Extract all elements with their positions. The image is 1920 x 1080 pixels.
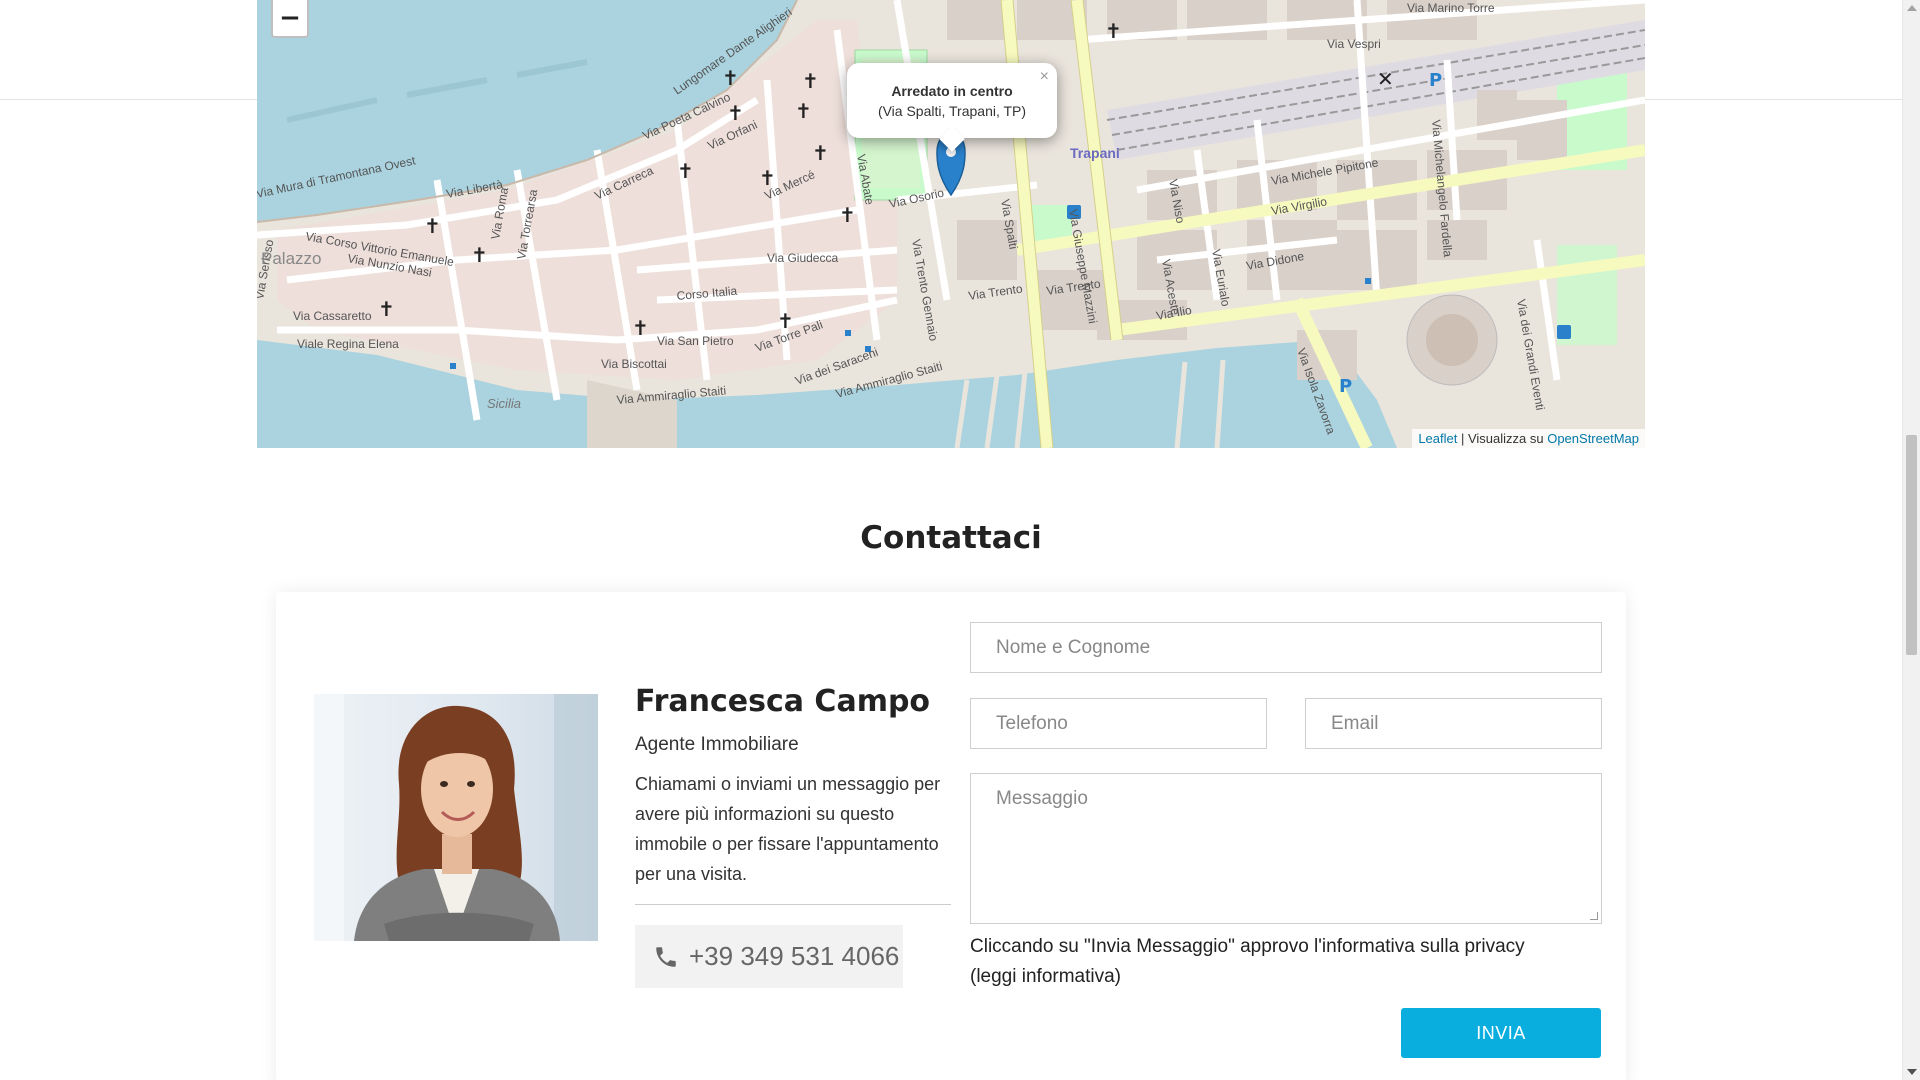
agent-description: Chiamami o inviami un messaggio per aver… bbox=[635, 774, 941, 884]
email-placeholder: Email bbox=[1331, 712, 1379, 734]
svg-text:✝: ✝ bbox=[1105, 19, 1122, 43]
phone-number: +39 349 531 4066 bbox=[689, 941, 900, 971]
svg-text:✝: ✝ bbox=[722, 66, 739, 90]
map-attribution: Leaflet | Visualizza su OpenStreetMap bbox=[1412, 429, 1645, 448]
svg-text:✝: ✝ bbox=[795, 99, 812, 123]
svg-text:Via San Pietro: Via San Pietro bbox=[657, 334, 734, 348]
svg-text:P: P bbox=[1339, 376, 1352, 397]
phone-icon bbox=[656, 946, 676, 967]
svg-text:✕: ✕ bbox=[1377, 67, 1394, 91]
resize-handle-icon[interactable] bbox=[1590, 912, 1598, 920]
scroll-up-icon[interactable] bbox=[1907, 5, 1917, 11]
svg-text:Via Biscottai: Via Biscottai bbox=[601, 357, 667, 371]
svg-text:Via Giudecca: Via Giudecca bbox=[767, 251, 838, 265]
svg-text:P: P bbox=[1429, 70, 1442, 91]
agent-role: Agente Immobiliare bbox=[635, 734, 799, 755]
svg-text:✝: ✝ bbox=[802, 69, 819, 93]
map-label-trapani: Trapani bbox=[1070, 145, 1120, 161]
scroll-thumb[interactable] bbox=[1906, 435, 1917, 655]
svg-text:✝: ✝ bbox=[378, 297, 395, 321]
map-label-palazzo: Palazzo bbox=[261, 249, 321, 268]
popup-address: (Via Spalti, Trapani, TP) bbox=[877, 103, 1027, 119]
svg-text:✝: ✝ bbox=[839, 203, 856, 227]
svg-text:✝: ✝ bbox=[632, 316, 649, 340]
privacy-link[interactable]: (leggi informativa) bbox=[970, 966, 1121, 987]
svg-text:✝: ✝ bbox=[424, 214, 441, 238]
scrollbar[interactable] bbox=[1902, 0, 1920, 1080]
name-placeholder: Nome e Cognome bbox=[996, 636, 1151, 658]
popup-close-icon[interactable]: × bbox=[1040, 67, 1049, 87]
attribution-separator: | Visualizza su bbox=[1457, 431, 1548, 446]
scroll-down-icon[interactable] bbox=[1907, 1069, 1917, 1075]
phone-input[interactable]: Telefono bbox=[970, 698, 1267, 749]
divider bbox=[635, 904, 951, 905]
message-placeholder: Messaggio bbox=[996, 788, 1088, 809]
svg-text:✝: ✝ bbox=[812, 141, 829, 165]
svg-text:Via Marino Torre: Via Marino Torre bbox=[1407, 1, 1495, 15]
svg-text:Via Cassaretto: Via Cassaretto bbox=[293, 309, 372, 323]
name-input[interactable]: Nome e Cognome bbox=[970, 622, 1602, 673]
svg-text:✝: ✝ bbox=[677, 159, 694, 183]
leaflet-link[interactable]: Leaflet bbox=[1418, 431, 1457, 446]
agent-photo bbox=[314, 694, 598, 941]
message-textarea[interactable]: Messaggio bbox=[970, 773, 1602, 924]
popup-title: Arredato in centro bbox=[891, 83, 1013, 99]
map[interactable]: ✝ ✝ ✝ ✝ ✝ ✝ ✝ ✝ ✝ ✝ ✝ ✝ ✝ ✝ ✕ PP Lungomare Dante A… bbox=[257, 0, 1645, 448]
map-label-sicilia: Sicilia bbox=[487, 396, 521, 411]
phone-button[interactable]: +39 349 531 4066 bbox=[635, 925, 903, 988]
section-title: Contattaci bbox=[860, 520, 1042, 556]
openstreetmap-link[interactable]: OpenStreetMap bbox=[1547, 431, 1639, 446]
zoom-out-button[interactable]: − bbox=[271, 0, 309, 38]
svg-text:✝: ✝ bbox=[471, 243, 488, 267]
svg-text:Viale Regina Elena: Viale Regina Elena bbox=[297, 337, 399, 351]
map-popup: × Arredato in centro (Via Spalti, Trapan… bbox=[847, 63, 1057, 138]
svg-text:✝: ✝ bbox=[727, 101, 744, 125]
email-input[interactable]: Email bbox=[1305, 698, 1602, 749]
phone-placeholder: Telefono bbox=[996, 712, 1068, 734]
svg-text:Via Vespri: Via Vespri bbox=[1327, 37, 1381, 51]
privacy-notice: Cliccando su "Invia Messaggio" approvo l… bbox=[970, 932, 1590, 992]
contact-card: Francesca Campo Agente Immobiliare Chiam… bbox=[276, 592, 1626, 1080]
send-button[interactable]: INVIA bbox=[1401, 1008, 1601, 1058]
privacy-text: Cliccando su "Invia Messaggio" approvo l… bbox=[970, 936, 1525, 957]
agent-name: Francesca Campo bbox=[635, 684, 931, 719]
